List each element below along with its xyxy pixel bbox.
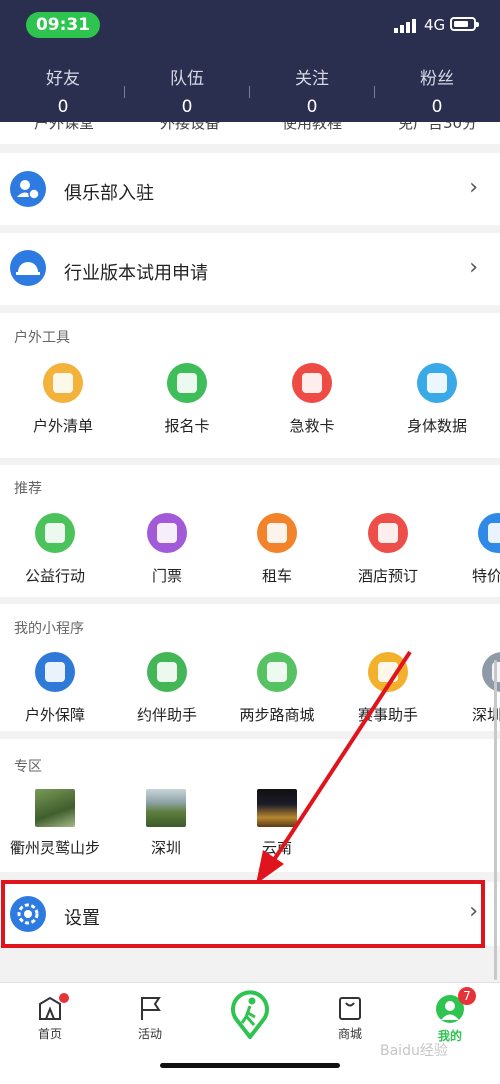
user-icon: 7 bbox=[436, 987, 476, 1023]
nav-label: 活动 bbox=[137, 1027, 162, 1041]
annotation-arrow-icon bbox=[256, 650, 412, 884]
unread-badge: 7 bbox=[458, 987, 476, 1005]
scrollbar[interactable] bbox=[494, 660, 497, 980]
nav-activity[interactable]: 活动 bbox=[100, 995, 200, 1042]
nav-shop[interactable]: 商城 bbox=[300, 995, 400, 1042]
nav-home[interactable]: 首页 bbox=[0, 993, 100, 1042]
hiker-pin-icon bbox=[228, 989, 272, 1041]
notification-dot bbox=[59, 993, 69, 1003]
home-icon bbox=[37, 993, 69, 1021]
bottom-nav: 首页 活动 商城 7 我的 bbox=[0, 982, 500, 1084]
home-indicator bbox=[160, 1063, 340, 1068]
shopping-bag-icon bbox=[337, 995, 363, 1021]
nav-mine[interactable]: 7 我的 bbox=[400, 987, 500, 1044]
flag-icon bbox=[137, 995, 163, 1021]
nav-center-record[interactable] bbox=[200, 989, 300, 1041]
watermark: Baidu经验 bbox=[380, 1043, 448, 1059]
nav-label: 首页 bbox=[37, 1027, 62, 1041]
